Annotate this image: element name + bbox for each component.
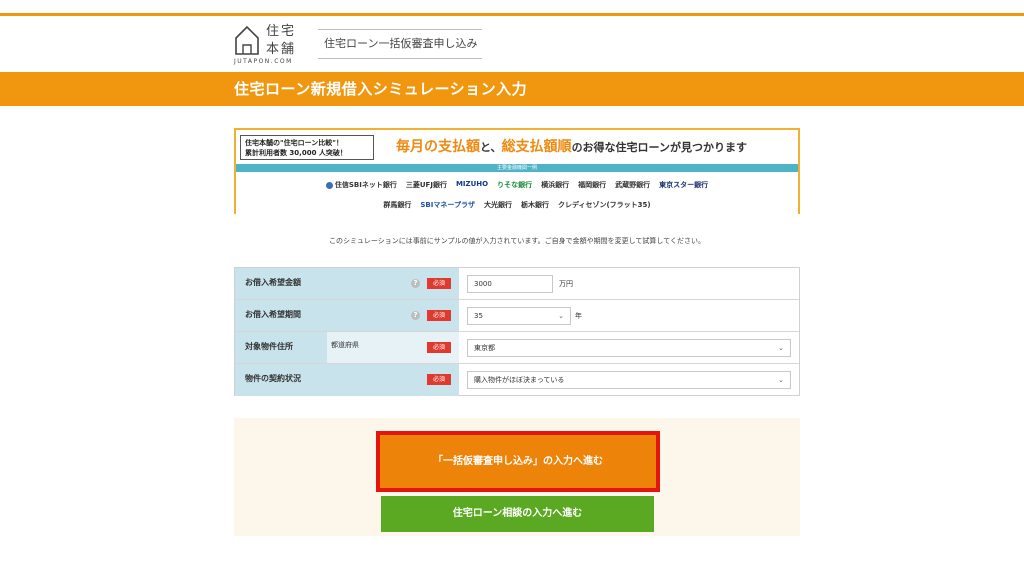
logo-line-2: 本舗 xyxy=(266,42,297,57)
bank-logo: クレディセゾン(フラット35) xyxy=(557,201,651,209)
badge-line-1: 住宅本舗の"住宅ローン比較"！ xyxy=(245,139,343,147)
field-label-cell: お借入希望期間 ? 必須 xyxy=(235,300,459,331)
field-label-cell: お借入希望金額 ? 必須 xyxy=(235,268,459,299)
banner-strip: 主要金融機関一例 xyxy=(236,164,798,172)
logo-text: 住宅 本舗 xyxy=(266,23,296,59)
field-value-cell: 購入物件がほぼ決まっている ⌄ xyxy=(459,364,799,396)
bank-mark-icon xyxy=(325,181,333,189)
bank-logo-row-1: 住信SBIネット銀行 三菱UFJ銀行 MIZUHO りそな銀行 横浜銀行 福岡銀… xyxy=(236,180,798,190)
field-value-cell: 35 ⌄ 年 xyxy=(459,300,799,331)
site-logo[interactable]: 住宅 本舗 JUTAPON.COM xyxy=(234,22,302,68)
logo-subtext: JUTAPON.COM xyxy=(234,58,293,65)
field-label-cell: 物件の契約状況 必須 xyxy=(235,364,459,396)
form-row-loan-amount: お借入希望金額 ? 必須 3000 万円 xyxy=(235,268,799,300)
unit-label: 年 xyxy=(575,312,582,320)
page-title: 住宅ローン新規借入シミュレーション入力 xyxy=(234,80,528,98)
sample-notice: このシミュレーションには事前にサンプルの値が入力されています。ご自身で金額や期間… xyxy=(329,237,705,245)
chevron-down-icon: ⌄ xyxy=(778,344,784,352)
required-badge: 必須 xyxy=(427,342,451,353)
bank-logo: MIZUHO xyxy=(455,180,489,188)
bank-logo: 大光銀行 xyxy=(483,201,512,209)
field-label: 対象物件住所 xyxy=(245,342,293,351)
field-label: お借入希望金額 xyxy=(245,278,301,287)
form-row-property-address: 対象物件住所 都道府県 必須 東京都 ⌄ xyxy=(235,332,799,364)
field-label: 物件の契約状況 xyxy=(245,374,301,383)
bank-logo: 福岡銀行 xyxy=(578,181,607,189)
required-badge: 必須 xyxy=(427,310,451,321)
simulation-form: お借入希望金額 ? 必須 3000 万円 お借入希望期間 ? 必須 35 ⌄ 年… xyxy=(234,267,800,396)
bank-logo: 東京スター銀行 xyxy=(659,181,709,189)
select-value: 購入物件がほぼ決まっている xyxy=(474,376,565,384)
contract-status-select[interactable]: 購入物件がほぼ決まっている ⌄ xyxy=(467,371,791,389)
headline-suffix: のお得な住宅ローンが見つかります xyxy=(571,141,748,154)
select-value: 35 xyxy=(474,312,483,320)
bank-logo: 武蔵野銀行 xyxy=(615,181,651,189)
banner-badge: 住宅本舗の"住宅ローン比較"！ 累計利用者数 30,000 人突破！ xyxy=(240,135,374,160)
loan-amount-input[interactable]: 3000 xyxy=(467,275,553,293)
unit-label: 万円 xyxy=(559,280,573,288)
bank-logo: 群馬銀行 xyxy=(383,201,412,209)
headline-part-3: 総支払額順 xyxy=(501,139,572,155)
select-value: 東京都 xyxy=(474,344,495,352)
field-value-cell: 東京都 ⌄ xyxy=(459,332,799,363)
title-bar: 住宅ローン新規借入シミュレーション入力 xyxy=(0,72,1024,106)
headline-part-2: と、 xyxy=(480,141,502,154)
banner-headline: 毎月の支払額と、総支払額順のお得な住宅ローンが見つかります xyxy=(396,136,747,156)
bank-logo-row-2: 群馬銀行 SBIマネープラザ 大光銀行 栃木銀行 クレディセゾン(フラット35) xyxy=(236,200,798,210)
chevron-down-icon: ⌄ xyxy=(558,312,564,320)
bank-logo: SBIマネープラザ xyxy=(420,201,475,209)
bank-logo: 栃木銀行 xyxy=(520,201,549,209)
house-icon xyxy=(235,25,259,55)
bank-logo: 住信SBIネット銀行 xyxy=(325,180,397,190)
question-circle-icon[interactable]: ? xyxy=(411,279,420,288)
required-badge: 必須 xyxy=(427,374,451,385)
promo-banner[interactable]: 住宅本舗の"住宅ローン比較"！ 累計利用者数 30,000 人突破！ 毎月の支払… xyxy=(234,128,800,214)
loan-period-select[interactable]: 35 ⌄ xyxy=(467,307,571,325)
chevron-down-icon: ⌄ xyxy=(778,376,784,384)
form-row-loan-period: お借入希望期間 ? 必須 35 ⌄ 年 xyxy=(235,300,799,332)
question-circle-icon[interactable]: ? xyxy=(411,311,420,320)
bank-logo: 横浜銀行 xyxy=(541,181,570,189)
bank-logo: りそな銀行 xyxy=(497,181,533,189)
headline-part-1: 毎月の支払額 xyxy=(396,139,480,155)
badge-line-2: 累計利用者数 30,000 人突破！ xyxy=(245,149,347,157)
top-accent-line xyxy=(0,13,1024,16)
required-badge: 必須 xyxy=(427,278,451,289)
field-label: お借入希望期間 xyxy=(245,310,301,319)
loan-consultation-button[interactable]: 住宅ローン相談の入力へ進む xyxy=(381,496,654,532)
field-label-cell: 対象物件住所 都道府県 必須 xyxy=(235,332,459,363)
bulk-preliminary-review-button[interactable]: 「一括仮審査申し込み」の入力へ進む xyxy=(380,435,656,488)
loan-application-link[interactable]: 住宅ローン一括仮審査申し込み xyxy=(318,29,482,59)
bank-logo: 三菱UFJ銀行 xyxy=(405,181,447,189)
form-row-contract-status: 物件の契約状況 必須 購入物件がほぼ決まっている ⌄ xyxy=(235,364,799,396)
prefecture-select[interactable]: 東京都 ⌄ xyxy=(467,339,791,357)
logo-line-1: 住宅 xyxy=(266,24,297,39)
field-value-cell: 3000 万円 xyxy=(459,268,799,299)
